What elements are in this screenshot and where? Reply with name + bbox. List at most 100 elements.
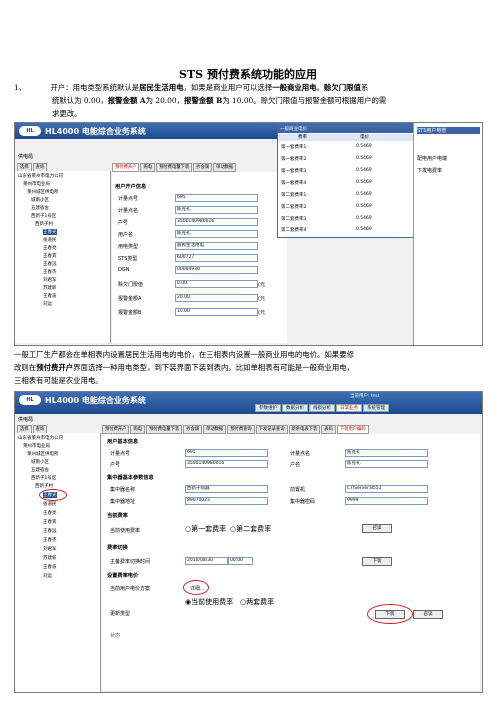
tree-node[interactable]: 刘君军 bbox=[43, 277, 57, 283]
tree-node[interactable]: 西新子1号区 bbox=[31, 475, 56, 481]
tree-node[interactable]: 王春杰 bbox=[43, 269, 57, 275]
concentrator-address-input[interactable]: 89070023 bbox=[185, 497, 268, 505]
tree-node[interactable]: 五建宿舍 bbox=[31, 205, 49, 211]
tab-read[interactable]: 抄会调 bbox=[183, 425, 203, 434]
read-rate-button[interactable]: 召读 bbox=[413, 610, 443, 619]
tree-node[interactable]: 王春亮 bbox=[43, 510, 57, 516]
tree-node[interactable]: 王春宾 bbox=[43, 519, 57, 525]
tab-account-open[interactable]: 预付费开户 bbox=[112, 163, 140, 172]
tree-node[interactable]: 莱州市电业局 bbox=[23, 443, 50, 449]
tree-node[interactable]: 西新子村 bbox=[35, 221, 53, 227]
tree-node[interactable]: 山东省莱州市电力公司 bbox=[18, 435, 63, 441]
sts-type-select[interactable]: 600727 bbox=[175, 254, 258, 262]
tab-account-open[interactable]: 预付费开户 bbox=[102, 425, 130, 434]
field-label: 前置机 bbox=[290, 487, 306, 493]
rate-name: 第一套费率4 bbox=[281, 181, 307, 186]
paragraph-1-line2: 统默认为 0.00，报警金额 A为 20.00，报警金额 B为 10.00。赊欠… bbox=[52, 95, 492, 107]
unit-label: (元 bbox=[258, 310, 265, 316]
radio-second-rate[interactable]: ○第二套费率 bbox=[230, 524, 271, 534]
tab-data[interactable]: 单动数据 bbox=[213, 163, 237, 172]
tree-node[interactable]: 莱州城区供电所 bbox=[27, 451, 59, 457]
tab-user-code-download[interactable]: 下装用户编码 bbox=[336, 425, 369, 434]
rate-price: 0.5469 bbox=[356, 144, 372, 149]
tree-node[interactable]: 王春亮 bbox=[43, 245, 57, 251]
tab-purchase[interactable]: 购电 bbox=[130, 425, 146, 434]
menu-daily[interactable]: 日常业务 bbox=[336, 404, 362, 412]
tree-node[interactable]: 刘运 bbox=[43, 573, 52, 579]
account-no-input[interactable]: 3500140980016 bbox=[175, 218, 258, 226]
tree-node[interactable]: 城南小区 bbox=[31, 459, 49, 465]
radio-first-rate[interactable]: ○第一套费率 bbox=[185, 524, 226, 534]
usage-type-select[interactable]: 居民生活用电 bbox=[175, 242, 258, 250]
tree-node[interactable]: 王春波 bbox=[43, 564, 57, 570]
menu-lineloss[interactable]: 线损分析 bbox=[309, 404, 335, 412]
read-button[interactable]: 召读 bbox=[362, 524, 392, 533]
right-item[interactable]: 配电用户电端 bbox=[417, 155, 447, 162]
account-no-input[interactable]: 3500140980016 bbox=[185, 460, 268, 468]
menu-system[interactable]: 系统管理 bbox=[363, 404, 389, 412]
radio-two-rates[interactable]: ○两套费率 bbox=[240, 597, 274, 607]
menu-param[interactable]: 参数维护 bbox=[255, 404, 281, 412]
tab-download[interactable]: 预付费电量下装 bbox=[146, 425, 183, 434]
text-seg: 。 bbox=[316, 83, 324, 92]
switch-date-input[interactable]: 2010/08/30 bbox=[185, 557, 228, 565]
tree-node[interactable]: 张道民 bbox=[43, 501, 57, 507]
tree-node[interactable]: 山东省莱州市电力公司 bbox=[18, 173, 63, 179]
tree-node[interactable]: 王春杰 bbox=[43, 537, 57, 543]
tree-node[interactable]: 苏建新 bbox=[43, 285, 57, 291]
menu-analysis[interactable]: 数据分析 bbox=[282, 404, 308, 412]
tree-node[interactable]: 刘运 bbox=[43, 301, 52, 307]
tree-node[interactable]: 苏建新 bbox=[43, 555, 57, 561]
concentrator-password-input[interactable]: 9999 bbox=[345, 497, 428, 505]
tree-node[interactable]: 王春波 bbox=[43, 293, 57, 299]
download-button[interactable]: 下装 bbox=[362, 557, 392, 566]
dgn-input[interactable]: 00004930 bbox=[175, 266, 258, 274]
tab-read[interactable]: 抄会调 bbox=[193, 163, 213, 172]
unit-label: (元 bbox=[258, 282, 265, 288]
tree-node[interactable]: 莱州城区供电所 bbox=[27, 189, 59, 195]
rate-price: 0.5469 bbox=[356, 227, 372, 232]
tab-data[interactable]: 单动数据 bbox=[203, 425, 227, 434]
field-label: 户号 bbox=[118, 220, 129, 226]
rate-price: 0.5469 bbox=[356, 156, 372, 161]
tree-node[interactable]: 张道民 bbox=[43, 237, 57, 243]
tree-node[interactable]: 西新子1号区 bbox=[31, 213, 56, 219]
right-item[interactable]: 下发电费率 bbox=[417, 167, 442, 174]
tree-node[interactable]: 莱州市电业局 bbox=[23, 181, 50, 187]
tree-node[interactable]: 五建宿舍 bbox=[31, 467, 49, 473]
paragraph-2-line3: 三相表有可能是农业用电。 bbox=[14, 376, 103, 385]
tab-download[interactable]: 预付费电量下装 bbox=[156, 163, 193, 172]
right-panel: STS用户电管 配电用户电端 下发电费率 bbox=[413, 123, 482, 345]
concentrator-name-input[interactable]: 西新子际器 bbox=[185, 485, 268, 493]
paragraph-2-line2: 改则在预付费开户界面选择一种用电类型，到下装界面下装到表内。比如单相表有可能是一… bbox=[14, 362, 490, 374]
meter-point-no-input[interactable]: 695 bbox=[175, 194, 258, 202]
tab-code[interactable]: 表码 bbox=[321, 425, 336, 434]
tab-newmeter[interactable]: 新余电表下装 bbox=[288, 425, 321, 434]
field-label: 当前用户电价方案 bbox=[110, 586, 151, 592]
tree-node-selected[interactable]: 王春光 bbox=[43, 229, 57, 235]
rate-name: 第二套费率2 bbox=[281, 205, 307, 210]
field-label: 当前使用费率 bbox=[110, 528, 141, 534]
user-name-input[interactable]: 陈克礼 bbox=[175, 230, 258, 238]
tab-query[interactable]: 预付费查询 bbox=[227, 425, 255, 434]
tree-node[interactable]: 王春宾 bbox=[43, 253, 57, 259]
credit-threshold-input[interactable]: 0.00 bbox=[175, 280, 258, 288]
tab-purchase[interactable]: 购电 bbox=[140, 163, 156, 172]
main-tabs: 预付费开户 购电 预付费电量下装 抄会调 单动数据 bbox=[112, 163, 237, 172]
alarm-a-input[interactable]: 20.00 bbox=[175, 294, 258, 302]
radio-current-rate[interactable]: ◉当前使用费率 bbox=[185, 597, 233, 607]
tree-node[interactable]: 王春远 bbox=[43, 528, 57, 534]
switch-time-input[interactable]: 00:00 bbox=[228, 557, 253, 565]
alarm-b-input[interactable]: 10.00 bbox=[175, 308, 258, 316]
front-server-input[interactable]: CTIServer.8551 bbox=[345, 485, 428, 493]
radio-label: 当前使用费率 bbox=[191, 598, 234, 606]
tree-node[interactable]: 王春远 bbox=[43, 261, 57, 267]
text-seg: 开户：用电类型系统默认是 bbox=[50, 83, 140, 92]
meter-point-name-input[interactable]: 陈克礼 bbox=[345, 449, 428, 457]
meter-point-no-input[interactable]: 695 bbox=[185, 449, 268, 457]
meter-point-name-input[interactable]: 陈克礼 bbox=[175, 206, 258, 214]
tree-node[interactable]: 城南小区 bbox=[31, 197, 49, 203]
user-name-input[interactable]: 陈克礼 bbox=[345, 460, 428, 468]
tree-node[interactable]: 刘君军 bbox=[43, 546, 57, 552]
tab-record[interactable]: 下发记录查询 bbox=[255, 425, 288, 434]
